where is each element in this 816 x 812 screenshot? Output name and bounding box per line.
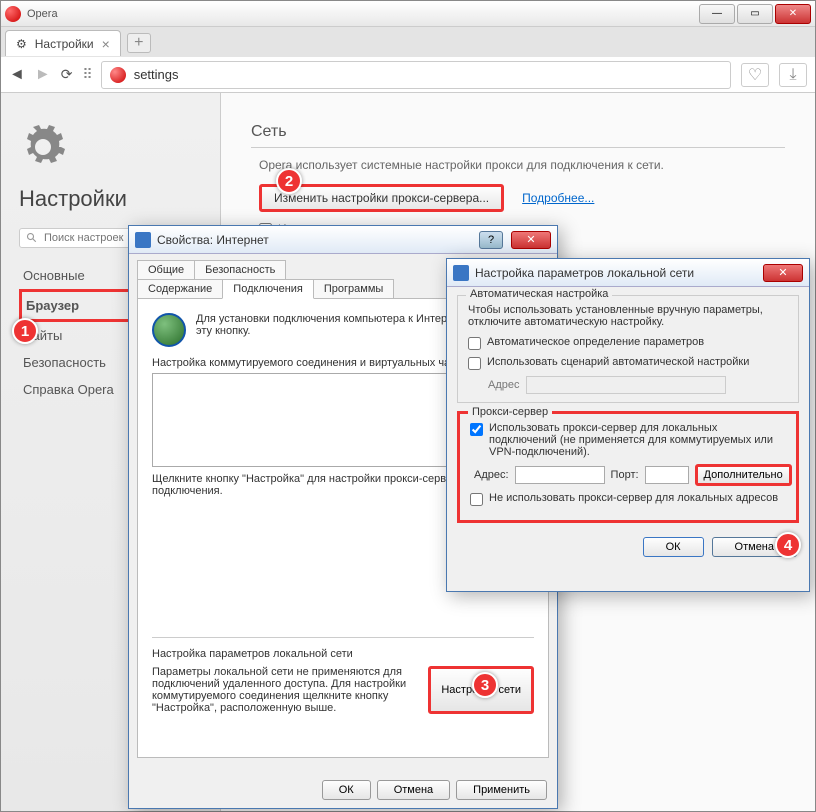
proxy-legend: Прокси-сервер (468, 406, 552, 418)
address-bar[interactable] (101, 61, 731, 89)
dialog-titlebar: Свойства: Интернет ? ✕ (129, 226, 557, 254)
lan-settings-dialog: Настройка параметров локальной сети ✕ Ав… (446, 258, 810, 592)
lan-close-button[interactable]: ✕ (763, 264, 803, 282)
auto-script-label: Использовать сценарий автоматической нас… (487, 356, 749, 368)
proxy-server-fieldset: Прокси-сервер Использовать прокси-сервер… (457, 411, 799, 523)
app-title: Opera (27, 8, 697, 20)
use-proxy-label: Использовать прокси-сервер для локальных… (489, 422, 786, 458)
back-icon[interactable]: ◄ (9, 66, 25, 84)
browser-tab[interactable]: ⚙ Настройки × (5, 30, 121, 56)
forward-icon[interactable]: ► (35, 66, 51, 84)
proxy-address-input[interactable] (515, 466, 605, 484)
bypass-local-row[interactable]: Не использовать прокси-сервер для локаль… (470, 492, 786, 506)
opera-logo-icon (5, 6, 21, 22)
callout-4: 4 (775, 532, 801, 558)
tab-bar: ⚙ Настройки × + (1, 27, 815, 57)
lan-dialog-icon (453, 265, 469, 281)
script-address-label: Адрес (488, 379, 520, 391)
speeddial-icon[interactable]: ⠿ (82, 66, 90, 83)
learn-more-link[interactable]: Подробнее... (522, 191, 594, 205)
tab-general[interactable]: Общие (137, 260, 195, 279)
lan-text: Параметры локальной сети не применяются … (152, 666, 418, 714)
auto-script-row[interactable]: Использовать сценарий автоматической нас… (468, 356, 788, 370)
tab-label: Настройки (35, 37, 94, 51)
section-title-network: Сеть (251, 123, 785, 148)
downloads-icon[interactable]: ⤓ (779, 63, 807, 87)
new-tab-button[interactable]: + (127, 33, 151, 53)
opera-badge-icon (110, 67, 126, 83)
use-proxy-checkbox[interactable] (470, 423, 483, 436)
toolbar: ◄ ► ⟳ ⠿ ♡ ⤓ (1, 57, 815, 93)
script-address-input (526, 376, 726, 394)
inet-ok-button[interactable]: ОК (322, 780, 371, 800)
tab-content[interactable]: Содержание (137, 279, 223, 298)
bookmark-heart-icon[interactable]: ♡ (741, 63, 769, 87)
lan-titlebar: Настройка параметров локальной сети ✕ (447, 259, 809, 287)
auto-config-fieldset: Автоматическая настройка Чтобы использов… (457, 295, 799, 403)
maximize-button[interactable]: ▭ (737, 4, 773, 24)
globe-icon (152, 313, 186, 347)
url-input[interactable] (134, 67, 722, 82)
callout-2: 2 (276, 168, 302, 194)
auto-detect-checkbox[interactable] (468, 337, 481, 350)
callout-3: 3 (472, 672, 498, 698)
auto-config-text: Чтобы использовать установленные вручную… (468, 304, 788, 328)
advanced-button[interactable]: Дополнительно (695, 464, 792, 486)
section-desc: Opera использует системные настройки про… (259, 158, 785, 172)
auto-detect-label: Автоматическое определение параметров (487, 336, 704, 348)
inet-apply-button[interactable]: Применить (456, 780, 547, 800)
internet-options-icon (135, 232, 151, 248)
tab-programs[interactable]: Программы (313, 279, 394, 298)
auto-detect-row[interactable]: Автоматическое определение параметров (468, 336, 788, 350)
lan-ok-button[interactable]: ОК (643, 537, 704, 557)
opera-titlebar: Opera — ▭ ✕ (1, 1, 815, 27)
tab-security[interactable]: Безопасность (194, 260, 286, 279)
minimize-button[interactable]: — (699, 4, 735, 24)
tab-close-icon[interactable]: × (102, 37, 110, 51)
bypass-local-label: Не использовать прокси-сервер для локаль… (489, 492, 778, 504)
dialog-close-button[interactable]: ✕ (511, 231, 551, 249)
reload-icon[interactable]: ⟳ (61, 66, 73, 83)
callout-1: 1 (12, 318, 38, 344)
lan-dialog-title: Настройка параметров локальной сети (475, 266, 757, 280)
search-icon (26, 232, 38, 244)
gear-icon: ⚙ (16, 37, 27, 51)
proxy-port-input[interactable] (645, 466, 689, 484)
use-proxy-row[interactable]: Использовать прокси-сервер для локальных… (470, 422, 786, 458)
lan-label: Настройка параметров локальной сети (152, 637, 534, 660)
settings-gear-icon (19, 123, 67, 171)
inet-cancel-button[interactable]: Отмена (377, 780, 450, 800)
proxy-address-label: Адрес: (474, 469, 509, 481)
auto-script-checkbox[interactable] (468, 357, 481, 370)
help-button[interactable]: ? (479, 231, 503, 249)
close-button[interactable]: ✕ (775, 4, 811, 24)
sidebar-title: Настройки (19, 186, 202, 212)
tab-connections[interactable]: Подключения (222, 279, 314, 299)
auto-config-legend: Автоматическая настройка (466, 288, 612, 300)
dialog-title: Свойства: Интернет (157, 233, 473, 247)
bypass-local-checkbox[interactable] (470, 493, 483, 506)
proxy-port-label: Порт: (611, 469, 639, 481)
